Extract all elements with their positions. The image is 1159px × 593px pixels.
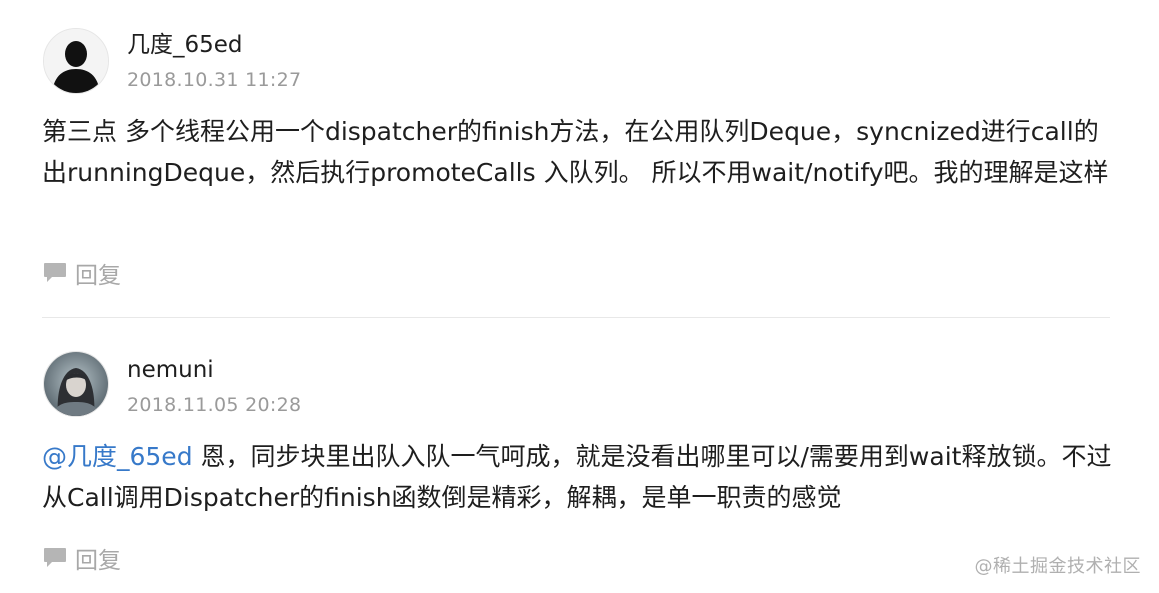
avatar[interactable]: [43, 28, 109, 94]
user-silhouette-icon: [44, 29, 108, 93]
watermark: @稀土掘金技术社区: [974, 556, 1141, 577]
username[interactable]: 几度_65ed: [127, 30, 243, 60]
comment-body: 恩，同步块里出队入队一气呵成，就是没看出哪里可以/需要用到wait释放锁。不过从…: [42, 442, 1112, 512]
user-mention-link[interactable]: @几度_65ed: [42, 442, 193, 471]
comment-text: 第三点 多个线程公用一个dispatcher的finish方法，在公用队列Deq…: [42, 111, 1117, 193]
reply-button[interactable]: 回复: [43, 256, 121, 290]
user-photo-icon: [44, 352, 108, 416]
timestamp: 2018.11.05 20:28: [127, 394, 302, 416]
avatar[interactable]: [43, 351, 109, 417]
comment-bubble-icon: [44, 548, 66, 567]
timestamp: 2018.10.31 11:27: [127, 69, 302, 91]
comment-body: 第三点 多个线程公用一个dispatcher的finish方法，在公用队列Deq…: [42, 117, 1109, 187]
reply-label: 回复: [75, 263, 121, 289]
reply-label: 回复: [75, 548, 121, 574]
comment-text: @几度_65ed 恩，同步块里出队入队一气呵成，就是没看出哪里可以/需要用到wa…: [42, 436, 1117, 518]
reply-button[interactable]: 回复: [43, 541, 121, 575]
comment-divider: [42, 317, 1110, 318]
comment-bubble-icon: [44, 263, 66, 282]
username[interactable]: nemuni: [127, 355, 214, 385]
